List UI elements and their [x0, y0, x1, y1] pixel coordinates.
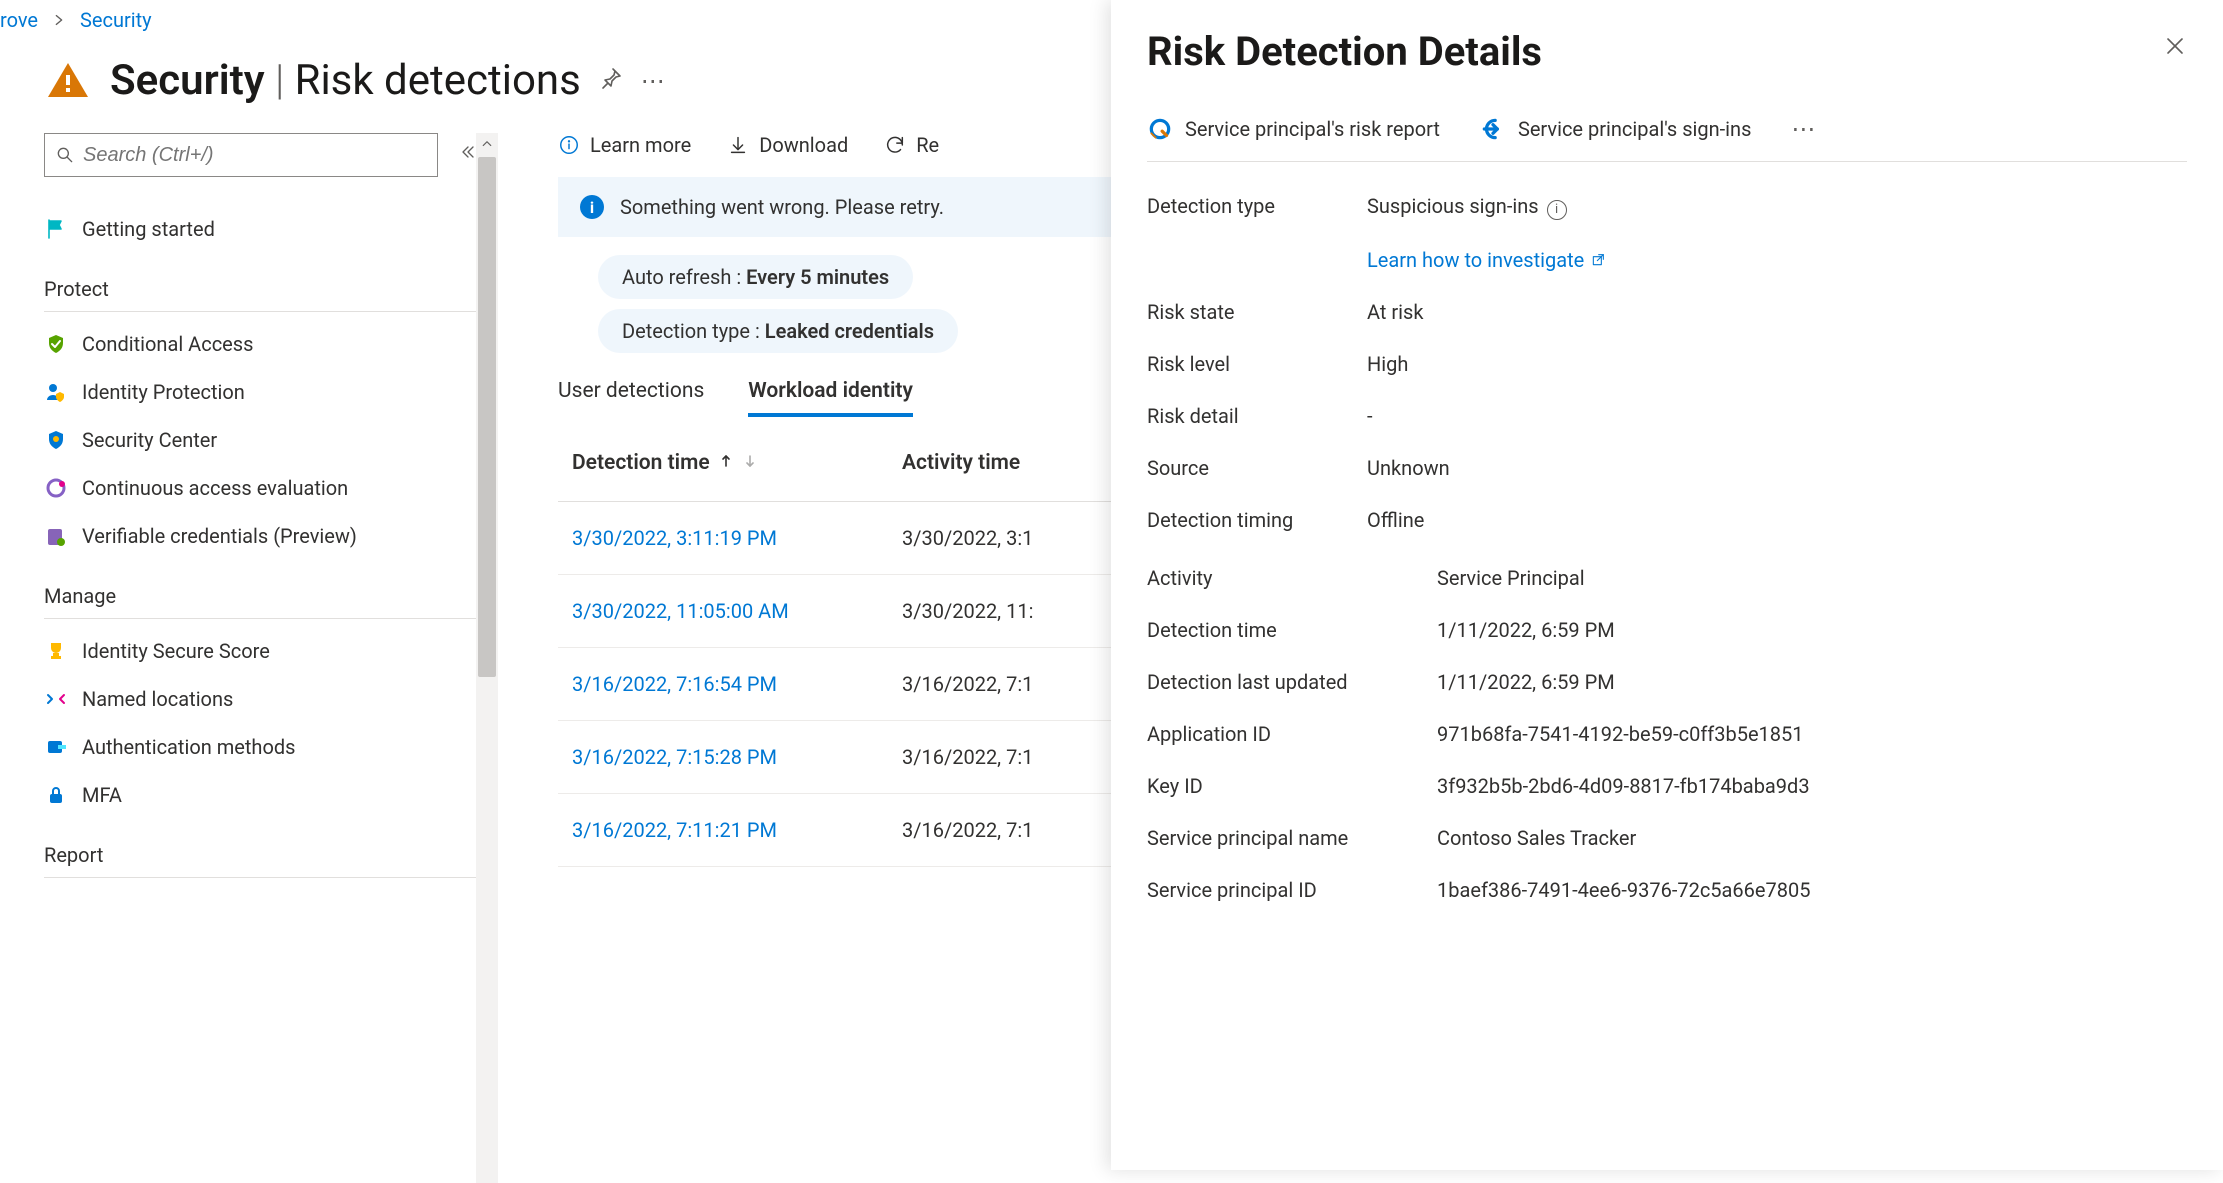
more-button[interactable]: ⋯: [641, 67, 665, 95]
collapse-sidebar-button[interactable]: [458, 142, 478, 168]
sidebar-item-getting-started[interactable]: Getting started: [44, 205, 478, 253]
refresh-button[interactable]: Re: [884, 133, 939, 157]
risk-report-button[interactable]: Service principal's risk report: [1147, 116, 1440, 142]
sort-desc-icon: [742, 451, 758, 475]
kv-application-id: Application ID 971b68fa-7541-4192-be59-c…: [1147, 708, 2187, 760]
trophy-icon: [44, 639, 68, 663]
search-icon: [55, 145, 75, 165]
sidebar-item-mfa[interactable]: MFA: [44, 771, 478, 819]
key-icon: [44, 735, 68, 759]
download-icon: [727, 134, 749, 156]
risk-detection-details-panel: Risk Detection Details Service principal…: [1111, 0, 2223, 1170]
kv-risk-level: Risk level High: [1147, 338, 2187, 390]
refresh-icon: [884, 134, 906, 156]
sidebar-section-protect: Protect: [44, 263, 478, 312]
kv-detection-type: Detection type Suspicious sign-insi: [1147, 180, 2187, 234]
sidebar-item-auth-methods[interactable]: Authentication methods: [44, 723, 478, 771]
sidebar-item-label: Conditional Access: [82, 332, 253, 356]
loop-icon: [44, 476, 68, 500]
kv-detection-timing: Detection timing Offline: [1147, 494, 2187, 546]
shield-check-icon: [44, 332, 68, 356]
page-title: Security | Risk detections: [110, 56, 581, 105]
filter-auto-refresh[interactable]: Auto refresh : Every 5 minutes: [598, 255, 913, 299]
banner-message: Something went wrong. Please retry.: [620, 195, 944, 219]
sidebar-item-label: Named locations: [82, 687, 233, 711]
flag-icon: [44, 217, 68, 241]
scrollbar-thumb[interactable]: [478, 157, 496, 677]
info-icon: [558, 134, 580, 156]
sidebar-item-label: Continuous access evaluation: [82, 476, 348, 500]
sidebar-item-verifiable-credentials[interactable]: Verifiable credentials (Preview): [44, 512, 478, 560]
shield-icon: [44, 428, 68, 452]
cell-detection-time[interactable]: 3/30/2022, 3:11:19 PM: [572, 526, 842, 550]
sidebar-item-label: Getting started: [82, 217, 215, 241]
sidebar-item-label: Identity Secure Score: [82, 639, 270, 663]
tab-workload-identity[interactable]: Workload identity: [748, 379, 913, 417]
sidebar-item-named-locations[interactable]: Named locations: [44, 675, 478, 723]
lock-icon: [44, 783, 68, 807]
action-label: Service principal's risk report: [1185, 117, 1440, 141]
sidebar-item-label: Authentication methods: [82, 735, 295, 759]
kv-detection-time: Detection time 1/11/2022, 6:59 PM: [1147, 604, 2187, 656]
close-button[interactable]: [2163, 28, 2187, 62]
kv-activity: Activity Service Principal: [1147, 552, 2187, 604]
sidebar-item-label: Identity Protection: [82, 380, 245, 404]
panel-actions: Service principal's risk report Service …: [1147, 115, 2187, 162]
col-detection-time[interactable]: Detection time: [572, 451, 842, 475]
sidebar-item-conditional-access[interactable]: Conditional Access: [44, 320, 478, 368]
search-input[interactable]: [44, 133, 438, 177]
toolbar-label: Download: [759, 133, 848, 157]
sidebar-item-label: MFA: [82, 783, 122, 807]
user-shield-icon: [44, 380, 68, 404]
action-label: Service principal's sign-ins: [1518, 117, 1751, 141]
kv-risk-detail: Risk detail -: [1147, 390, 2187, 442]
kv-detection-last-updated: Detection last updated 1/11/2022, 6:59 P…: [1147, 656, 2187, 708]
kv-service-principal-name: Service principal name Contoso Sales Tra…: [1147, 812, 2187, 864]
breadcrumb-prev[interactable]: rove: [0, 8, 38, 32]
cell-detection-time[interactable]: 3/30/2022, 11:05:00 AM: [572, 599, 842, 623]
cell-detection-time[interactable]: 3/16/2022, 7:11:21 PM: [572, 818, 842, 842]
kv-risk-state: Risk state At risk: [1147, 286, 2187, 338]
chevron-right-icon: [52, 8, 66, 32]
sidebar-item-label: Verifiable credentials (Preview): [82, 524, 357, 548]
credential-icon: [44, 524, 68, 548]
report-icon: [1147, 116, 1173, 142]
info-icon: i: [580, 195, 604, 219]
tab-user-detections[interactable]: User detections: [558, 379, 704, 417]
scroll-up-icon[interactable]: [476, 133, 498, 155]
kv-learn-link: Learn how to investigate: [1147, 234, 2187, 286]
sidebar-item-identity-protection[interactable]: Identity Protection: [44, 368, 478, 416]
toolbar-label: Re: [916, 133, 939, 157]
toolbar-label: Learn more: [590, 133, 691, 157]
panel-more-button[interactable]: ⋯: [1791, 115, 1815, 143]
sign-ins-button[interactable]: Service principal's sign-ins: [1480, 116, 1751, 142]
sidebar-section-report: Report: [44, 829, 478, 878]
sidebar-item-continuous-access[interactable]: Continuous access evaluation: [44, 464, 478, 512]
sidebar-item-security-center[interactable]: Security Center: [44, 416, 478, 464]
external-link-icon: [1590, 252, 1606, 268]
cell-detection-time[interactable]: 3/16/2022, 7:15:28 PM: [572, 745, 842, 769]
sidebar-section-manage: Manage: [44, 570, 478, 619]
breadcrumb-current[interactable]: Security: [80, 8, 152, 32]
kv-key-id: Key ID 3f932b5b-2bd6-4d09-8817-fb174baba…: [1147, 760, 2187, 812]
signin-icon: [1480, 116, 1506, 142]
learn-more-button[interactable]: Learn more: [558, 133, 691, 157]
cell-detection-time[interactable]: 3/16/2022, 7:16:54 PM: [572, 672, 842, 696]
download-button[interactable]: Download: [727, 133, 848, 157]
filter-detection-type[interactable]: Detection type : Leaked credentials: [598, 309, 958, 353]
sidebar-item-secure-score[interactable]: Identity Secure Score: [44, 627, 478, 675]
location-icon: [44, 687, 68, 711]
sidebar-item-label: Security Center: [82, 428, 217, 452]
pin-button[interactable]: [599, 66, 623, 96]
learn-investigate-link[interactable]: Learn how to investigate: [1367, 248, 1606, 272]
warning-icon: [44, 57, 92, 105]
sort-asc-icon: [718, 451, 734, 475]
kv-source: Source Unknown: [1147, 442, 2187, 494]
sidebar: Getting started Protect Conditional Acce…: [0, 133, 498, 1183]
panel-title: Risk Detection Details: [1147, 28, 1542, 75]
scrollbar[interactable]: [476, 133, 498, 1183]
info-icon[interactable]: i: [1547, 200, 1567, 220]
kv-service-principal-id: Service principal ID 1baef386-7491-4ee6-…: [1147, 864, 2187, 916]
